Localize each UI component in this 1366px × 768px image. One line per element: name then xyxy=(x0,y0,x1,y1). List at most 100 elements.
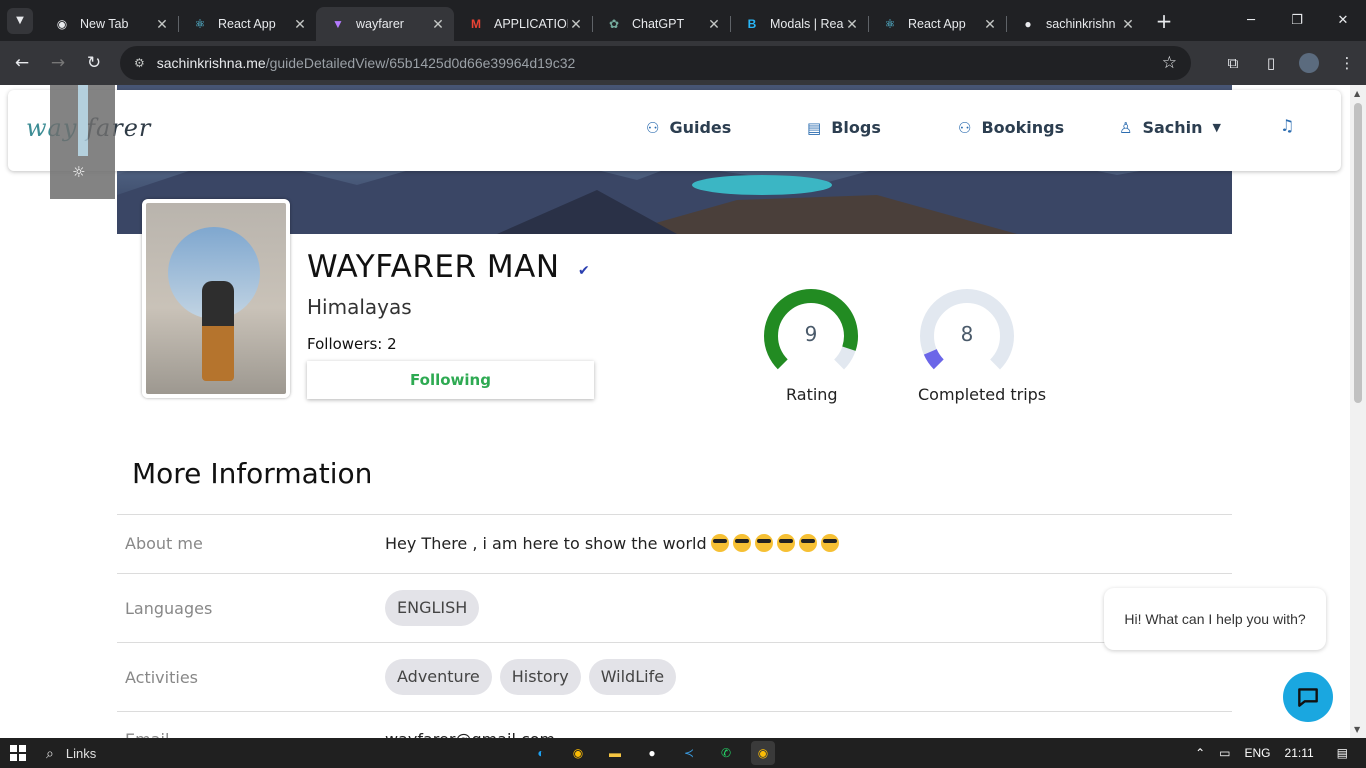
tab-chatgpt[interactable]: ✿ ChatGPT ✕ xyxy=(592,7,731,41)
react-icon: ⚛ xyxy=(194,17,206,31)
battery-icon[interactable]: ▭ xyxy=(1219,746,1230,760)
chrome-active-icon[interactable]: ◉ xyxy=(751,741,775,765)
scroll-thumb[interactable] xyxy=(1354,103,1362,403)
close-icon[interactable]: ✕ xyxy=(1120,16,1136,33)
activities-list: Adventure History WildLife xyxy=(385,659,684,695)
scroll-down-icon[interactable]: ▼ xyxy=(1354,725,1360,734)
sunglasses-emoji-icon xyxy=(776,534,795,552)
email-value: wayfarer@gmail.com xyxy=(385,730,555,738)
trips-label: Completed trips xyxy=(918,385,1047,404)
tab-search-button[interactable]: ▼ xyxy=(7,7,33,34)
tab-react-app-1[interactable]: ⚛ React App ✕ xyxy=(178,7,317,41)
tab-wayfarer[interactable]: ▼ wayfarer ✕ xyxy=(316,7,454,41)
close-window-icon[interactable]: ✕ xyxy=(1320,0,1366,41)
sunglasses-emoji-icon xyxy=(732,534,751,552)
profile-avatar[interactable] xyxy=(1299,53,1319,73)
side-panel-icon[interactable]: ▯ xyxy=(1252,54,1290,72)
sunglasses-emoji-icon xyxy=(798,534,817,552)
chat-launcher-button[interactable] xyxy=(1283,672,1333,722)
chat-icon xyxy=(1298,688,1318,707)
scroll-up-icon[interactable]: ▲ xyxy=(1354,89,1360,98)
toolbar-right: ⧉ ▯ ⋮ xyxy=(1214,41,1366,85)
tab-github[interactable]: ● sachinkrishn ✕ xyxy=(1006,7,1144,41)
close-icon[interactable]: ✕ xyxy=(982,16,998,33)
react-icon: ⚛ xyxy=(884,17,896,31)
chat-greeting-bubble[interactable]: Hi! What can I help you with? xyxy=(1104,588,1326,650)
tab-new-tab[interactable]: ◉ New Tab ✕ xyxy=(40,7,179,41)
tab-modals[interactable]: B Modals | Rea ✕ xyxy=(730,7,869,41)
user-icon: ♙ xyxy=(1119,118,1133,137)
users-icon: ⚇ xyxy=(958,118,972,137)
bootstrap-icon: B xyxy=(747,17,757,31)
activity-chip: WildLife xyxy=(588,659,677,695)
rating-gauge: 9 xyxy=(763,288,859,384)
bell-icon[interactable]: ♫ xyxy=(1280,116,1294,135)
notification-icon[interactable]: ▤ xyxy=(1337,746,1348,760)
close-icon[interactable]: ✕ xyxy=(292,16,308,33)
menu-icon[interactable]: ⋮ xyxy=(1328,54,1366,72)
chrome-taskbar-icon[interactable]: ◉ xyxy=(566,741,590,765)
chevron-down-icon: ▼ xyxy=(1212,121,1221,134)
nav-bookings-label: Bookings xyxy=(981,118,1065,137)
theme-slider[interactable] xyxy=(78,85,88,156)
nav-bookings[interactable]: ⚇ Bookings xyxy=(958,118,1064,137)
system-tray: ⌃ ▭ ENG 21:11 ▤ xyxy=(1188,738,1366,768)
guide-name: WAYFARER MAN xyxy=(307,249,560,285)
clock[interactable]: 21:11 xyxy=(1285,746,1314,760)
verified-icon: ✔ xyxy=(578,263,590,279)
close-icon[interactable]: ✕ xyxy=(844,16,860,33)
address-bar[interactable]: ⚙ sachinkrishna.me/guideDetailedView/65b… xyxy=(120,46,1191,80)
close-icon[interactable]: ✕ xyxy=(706,16,722,33)
tab-gmail[interactable]: M APPLICATION ✕ xyxy=(454,7,593,41)
edge-icon[interactable]: ◐ xyxy=(529,741,553,765)
page-scrollbar[interactable]: ▲ ▼ xyxy=(1350,85,1366,738)
nav-blogs-label: Blogs xyxy=(831,118,881,137)
app-icon[interactable]: ● xyxy=(640,741,664,765)
sun-icon[interactable]: ☼ xyxy=(72,163,85,181)
browser-toolbar: ← → ↻ ⚙ sachinkrishna.me/guideDetailedVi… xyxy=(0,41,1366,85)
windows-taskbar: ⌕ Links ◐ ◉ ▬ ● ≺ ✆ ◉ ⌃ ▭ ENG 21:11 ▤ xyxy=(0,738,1366,768)
minimize-icon[interactable]: ─ xyxy=(1228,0,1274,41)
sunglasses-emoji-icon xyxy=(710,534,729,552)
tab-title: React App xyxy=(908,17,966,31)
forward-icon[interactable]: → xyxy=(40,45,76,81)
nav-user-menu[interactable]: ♙ Sachin ▼ xyxy=(1119,118,1221,137)
whatsapp-icon[interactable]: ✆ xyxy=(714,741,738,765)
tab-title: wayfarer xyxy=(356,17,404,31)
windows-start-icon[interactable] xyxy=(0,738,36,768)
window-controls: ─ ❐ ✕ xyxy=(1228,0,1366,41)
site-info-icon[interactable]: ⚙ xyxy=(134,56,145,70)
close-icon[interactable]: ✕ xyxy=(568,16,584,33)
reload-icon[interactable]: ↻ xyxy=(76,45,112,81)
nav-blogs[interactable]: ▤ Blogs xyxy=(807,118,881,137)
url-host: sachinkrishna.me xyxy=(156,55,266,71)
tab-title: APPLICATION xyxy=(494,17,568,31)
tab-title: Modals | Rea xyxy=(770,17,844,31)
vscode-icon[interactable]: ≺ xyxy=(677,741,701,765)
guide-region: Himalayas xyxy=(307,295,412,319)
about-value: Hey There , i am here to show the world xyxy=(385,534,839,553)
followers-count: Followers: 2 xyxy=(307,335,397,353)
trips-gauge: 8 xyxy=(919,288,1015,384)
nav-guides[interactable]: ⚇ Guides xyxy=(646,118,731,137)
extensions-icon[interactable]: ⧉ xyxy=(1214,54,1252,72)
restore-icon[interactable]: ❐ xyxy=(1274,0,1320,41)
vite-icon: ▼ xyxy=(332,17,344,31)
new-tab-button[interactable]: + xyxy=(1150,7,1178,35)
bookmark-star-icon[interactable]: ☆ xyxy=(1162,53,1177,73)
nav-user-label: Sachin xyxy=(1142,118,1203,137)
tab-react-app-2[interactable]: ⚛ React App ✕ xyxy=(868,7,1007,41)
following-button[interactable]: Following xyxy=(307,361,594,399)
chevron-up-icon[interactable]: ⌃ xyxy=(1195,746,1205,760)
taskbar-search[interactable]: ⌕ Links xyxy=(36,745,96,762)
close-icon[interactable]: ✕ xyxy=(430,16,446,33)
more-info-title: More Information xyxy=(132,457,373,490)
rating-value: 9 xyxy=(804,322,818,346)
theme-toggle-overlay[interactable]: ☼ xyxy=(50,85,115,199)
close-icon[interactable]: ✕ xyxy=(154,16,170,33)
file-explorer-icon[interactable]: ▬ xyxy=(603,741,627,765)
language-indicator[interactable]: ENG xyxy=(1245,746,1271,760)
about-label: About me xyxy=(125,534,203,553)
email-row: Email wayfarer@gmail.com xyxy=(117,711,1232,738)
back-icon[interactable]: ← xyxy=(4,45,40,81)
